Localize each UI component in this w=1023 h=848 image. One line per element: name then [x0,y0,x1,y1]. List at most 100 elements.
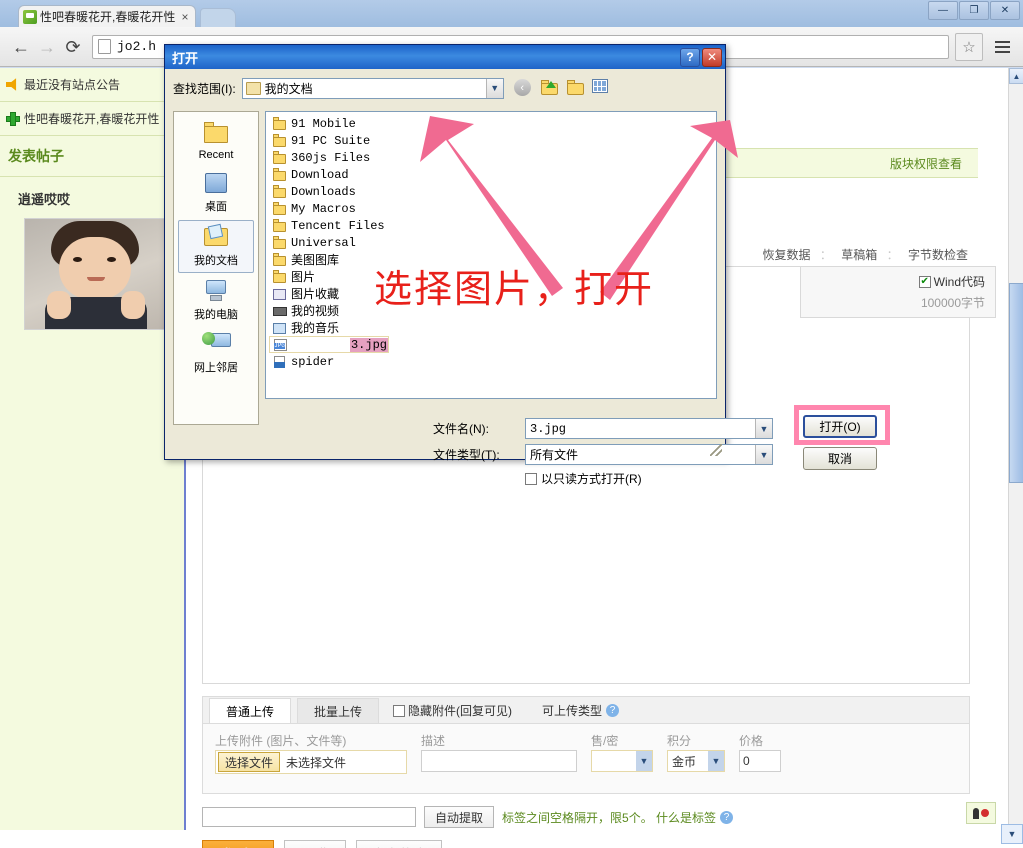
tab-normal-upload[interactable]: 普通上传 [209,698,291,723]
file-item[interactable]: 我的音乐 [269,319,389,336]
browser-tab[interactable]: 性吧春暖花开,春暖花开性 × [18,5,196,27]
file-list[interactable]: 91 Mobile 91 PC Suite 360js Files Downlo… [265,111,717,399]
place-recent[interactable]: Recent [178,118,254,165]
readonly-checkbox[interactable] [525,473,537,485]
place-label: 网上邻居 [194,359,238,375]
help-icon[interactable]: ? [720,811,733,824]
chevron-down-icon[interactable]: ▼ [755,419,772,438]
views-icon[interactable] [592,79,612,97]
credit-column: 积分 金币 ▼ [667,732,725,774]
breadcrumb[interactable]: 性吧春暖花开,春暖花开性 [0,102,184,136]
plus-icon [6,112,20,126]
upload-tabs: 普通上传 批量上传 隐藏附件(回复可见) 可上传类型 ? [203,697,969,724]
readonly-option[interactable]: 以只读方式打开(R) [525,470,642,487]
preview-button[interactable]: 预 览 [284,840,346,848]
credit-select[interactable]: 金币 ▼ [667,750,725,772]
editor-tools: 恢复数据 ： 草稿箱 ： 字节数检查 [763,246,968,263]
file-item[interactable]: 360js Files [269,149,389,166]
file-item[interactable]: Download [269,166,389,183]
filename-input[interactable]: 3.jpg ▼ [525,418,773,439]
desc-label: 描述 [421,732,577,746]
folder-icon [272,151,288,165]
hamburger-menu-icon[interactable] [989,34,1015,60]
bookmark-star-icon[interactable]: ☆ [955,33,983,61]
tools-separator-1: ： [820,248,832,262]
no-file-text: 未选择文件 [286,754,346,771]
byte-check-link[interactable]: 字节数检查 [908,248,968,262]
dialog-title: 打开 [172,48,678,67]
reload-icon[interactable]: ⟳ [60,34,86,60]
tag-input[interactable] [202,807,416,827]
price-input[interactable]: 0 [739,750,781,772]
dialog-close-button[interactable]: ✕ [702,48,722,67]
resize-grip[interactable] [710,444,722,456]
file-item[interactable]: 91 Mobile [269,115,389,132]
restore-data-link[interactable]: 恢复数据 [763,248,811,262]
file-item[interactable]: 美图图库 [269,251,389,268]
help-icon[interactable]: ? [606,704,619,717]
draft-box-link[interactable]: 草稿箱 [841,248,877,262]
allowed-types[interactable]: 可上传类型 ? [542,702,619,723]
restore-button[interactable]: ❐ [959,1,989,20]
hide-attachment-option[interactable]: 隐藏附件(回复可见) [393,702,512,723]
open-button[interactable]: 打开(O) [803,415,877,438]
speaker-icon [6,78,20,92]
save-draft-button[interactable]: 存为草稿 [356,840,442,848]
publish-button[interactable]: 发 布 [202,840,274,848]
place-desktop[interactable]: 桌面 [178,167,254,218]
scrollbar-thumb[interactable] [1009,283,1023,483]
minimize-button[interactable]: — [928,1,958,20]
page-scrollbar[interactable]: ▲ [1008,68,1023,830]
place-my-documents[interactable]: 我的文档 [178,220,254,273]
file-item[interactable]: spider [269,353,389,370]
scroll-up-icon[interactable]: ▲ [1009,68,1023,84]
place-label: Recent [199,149,234,161]
file-item[interactable]: Tencent Files [269,217,389,234]
cancel-button[interactable]: 取消 [803,447,877,470]
tag-row: 自动提取 标签之间空格隔开，限5个。 什么是标签 ? [202,806,733,828]
tag-hint-text: 标签之间空格隔开，限5个。 什么是标签 [502,809,716,826]
credit-value: 金币 [672,753,696,770]
desc-input[interactable] [421,750,577,772]
file-item[interactable]: 91 PC Suite [269,132,389,149]
file-item[interactable]: Downloads [269,183,389,200]
file-item[interactable]: Universal [269,234,389,251]
announcement-text: 最近没有站点公告 [24,76,120,93]
place-my-computer[interactable]: 我的电脑 [178,275,254,326]
forward-icon[interactable]: → [34,34,60,60]
chevron-down-icon[interactable]: ▼ [755,445,772,464]
up-one-level-icon[interactable] [540,79,560,97]
back-icon[interactable]: ← [8,34,34,60]
new-tab-button[interactable] [200,8,236,29]
wind-code-label: Wind代码 [934,273,985,290]
online-status-widget[interactable] [966,802,996,824]
tab-batch-upload[interactable]: 批量上传 [297,698,379,723]
network-places-icon [201,331,231,357]
file-item[interactable]: 我的视频 [269,302,389,319]
back-icon[interactable]: ‹ [514,79,534,97]
dialog-help-button[interactable]: ? [680,48,700,67]
file-item[interactable]: 图片 [269,268,389,285]
choose-file-button[interactable]: 选择文件 [218,752,280,772]
filetype-select[interactable]: 所有文件 ▼ [525,444,773,465]
chevron-down-icon: ▼ [486,79,503,98]
new-folder-icon[interactable] [566,79,586,97]
place-label: 我的文档 [194,252,238,268]
look-in-combo[interactable]: 我的文档 ▼ [242,78,504,99]
wind-code-checkbox[interactable]: ✔ [919,276,931,288]
file-item[interactable]: My Macros [269,200,389,217]
tab-close-icon[interactable]: × [179,11,191,23]
hide-attachment-checkbox[interactable] [393,705,405,717]
scroll-down-icon[interactable]: ▼ [1001,824,1023,844]
place-network[interactable]: 网上邻居 [178,328,254,379]
close-button[interactable]: ✕ [990,1,1020,20]
window-controls: — ❐ ✕ [928,1,1020,20]
page-info-icon [98,39,111,54]
file-item-selected[interactable]: JPG3.jpg [269,336,389,353]
address-bar-text: jo2.h [117,39,156,54]
permission-link[interactable]: 版块权限查看 [890,155,962,172]
file-item[interactable]: 图片收藏 [269,285,389,302]
sell-select[interactable]: ▼ [591,750,653,772]
file-picker[interactable]: 选择文件 未选择文件 [215,750,407,774]
auto-extract-button[interactable]: 自动提取 [424,806,494,828]
